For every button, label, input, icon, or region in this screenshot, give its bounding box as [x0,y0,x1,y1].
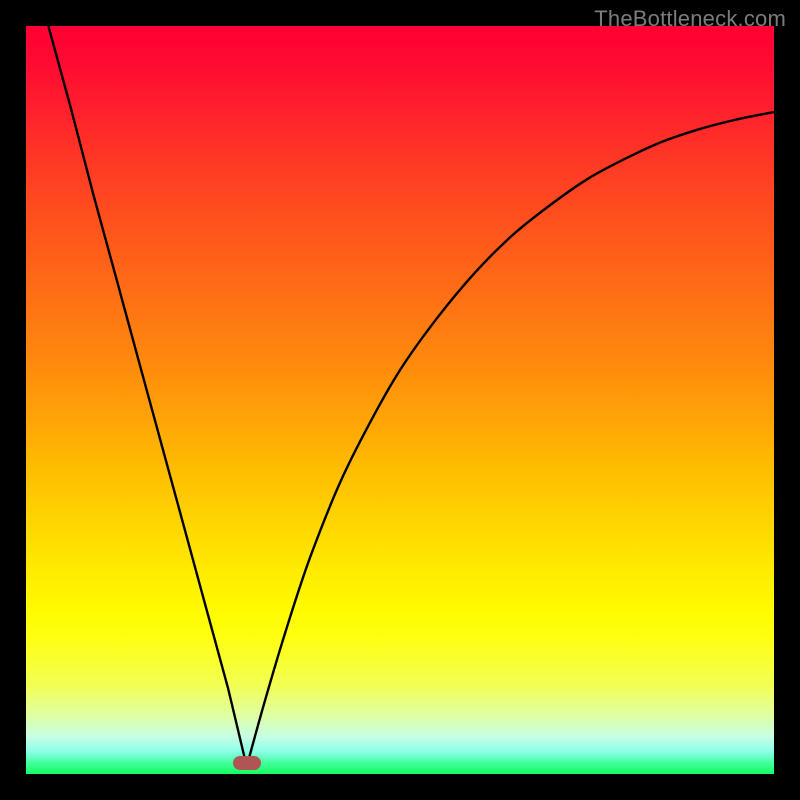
watermark-text: TheBottleneck.com [594,6,786,32]
plot-area [26,26,774,774]
chart-frame: TheBottleneck.com [0,0,800,800]
bottleneck-curve [26,26,774,774]
curve-path [48,26,774,767]
optimal-point-marker [233,756,261,770]
